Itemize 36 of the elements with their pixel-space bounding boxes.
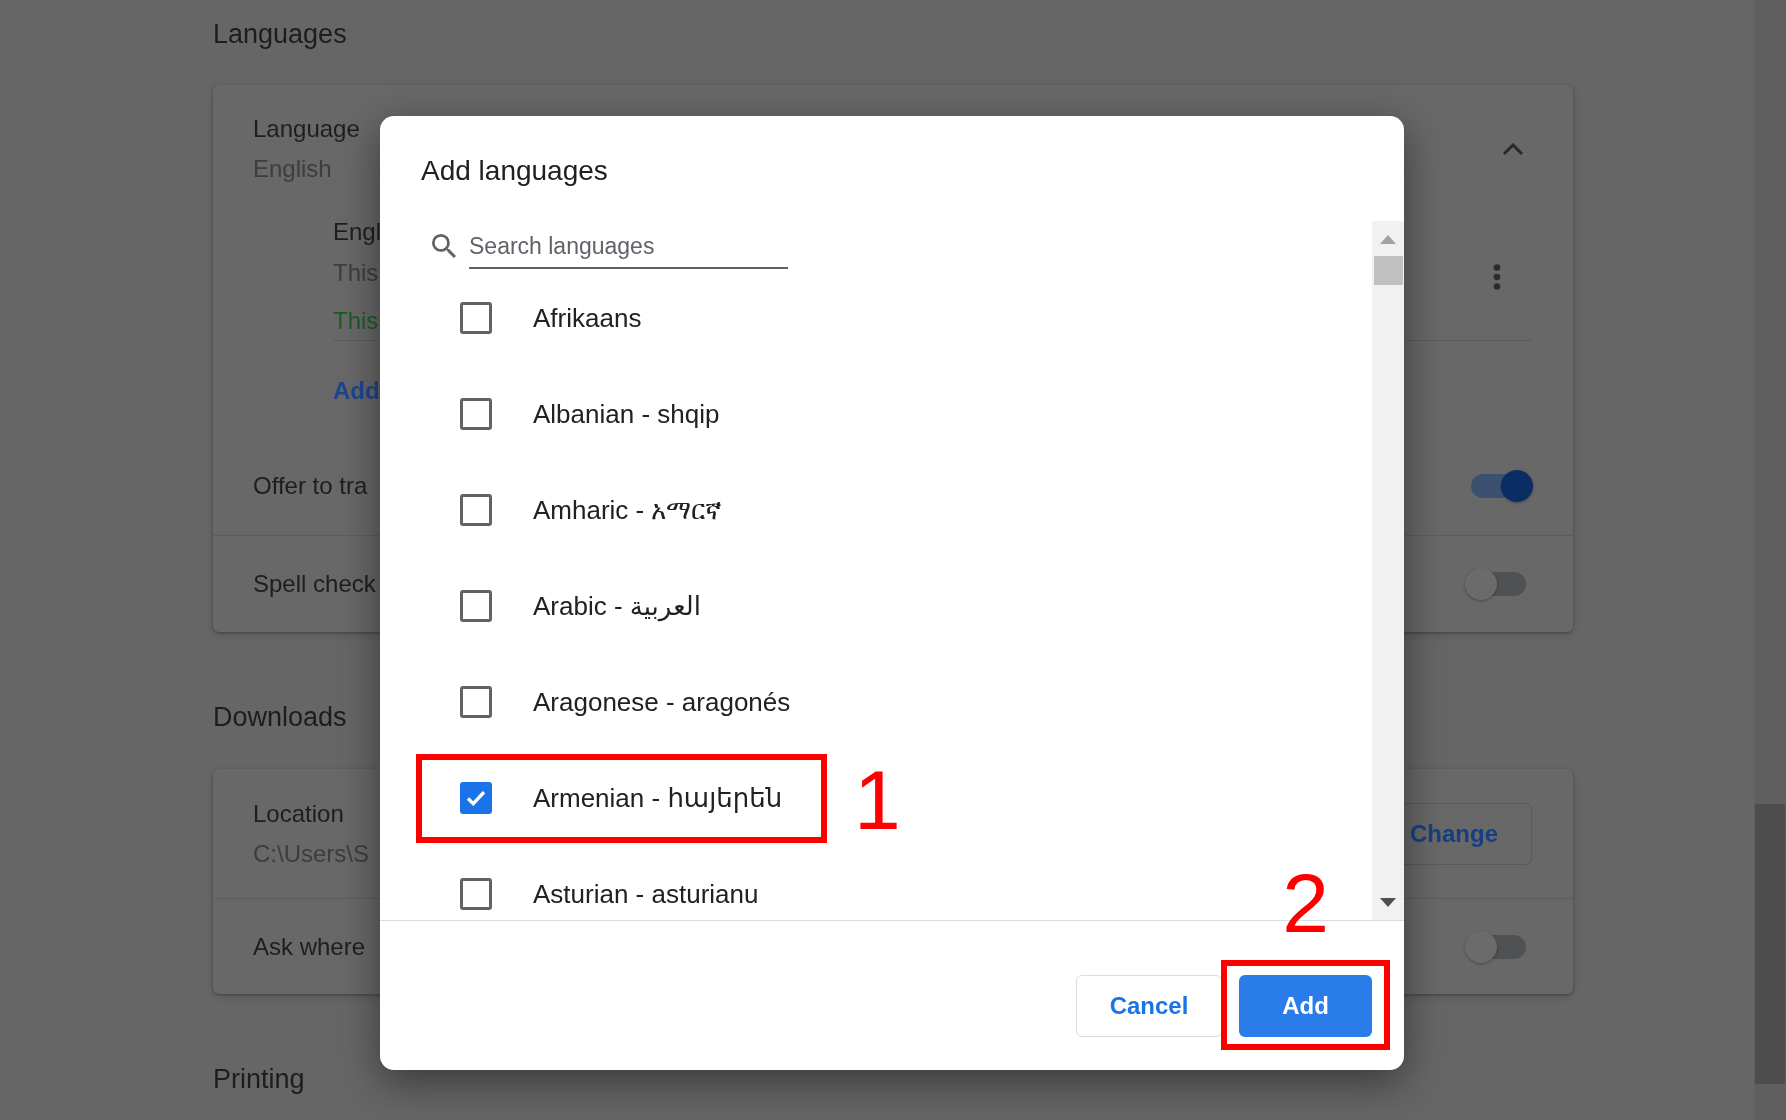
setting-label: Spell check	[253, 568, 376, 599]
scrollbar-thumb[interactable]	[1755, 804, 1785, 1084]
checkbox[interactable]	[460, 494, 492, 526]
language-name: Engl	[333, 217, 382, 247]
checkbox[interactable]	[460, 398, 492, 430]
checkbox[interactable]	[460, 878, 492, 910]
setting-label: Location	[253, 798, 345, 829]
setting-label: Ask where	[253, 931, 366, 962]
checkmark-icon	[466, 790, 486, 806]
checkbox[interactable]	[460, 590, 492, 622]
chevron-up-icon[interactable]	[1502, 142, 1524, 156]
language-label[interactable]: Aragonese - aragonés	[533, 684, 791, 720]
checkbox[interactable]	[460, 302, 492, 334]
confirm-button[interactable]: Add	[1239, 975, 1372, 1037]
checkbox[interactable]	[460, 686, 492, 718]
annotation-number: 2	[1282, 872, 1329, 934]
language-label[interactable]: Asturian - asturianu	[533, 876, 759, 912]
vertical-dots-icon[interactable]	[1493, 263, 1501, 290]
language-label[interactable]: Armenian - հայերեն	[533, 780, 783, 816]
section-heading: Languages	[213, 18, 347, 51]
search-field[interactable]: Search languages	[469, 225, 788, 269]
dialog-title: Add languages	[421, 154, 608, 188]
section-heading: Downloads	[213, 701, 347, 734]
language-label[interactable]: Afrikaans	[533, 300, 642, 336]
setting-label: Offer to tra	[253, 471, 368, 501]
language-status: This	[333, 306, 380, 336]
annotation-number: 1	[854, 769, 901, 831]
checkbox[interactable]	[460, 782, 492, 814]
cancel-button[interactable]: Cancel	[1076, 975, 1222, 1037]
language-label[interactable]: Albanian - shqip	[533, 396, 720, 432]
language-label[interactable]: Amharic - አማርኛ	[533, 492, 723, 528]
search-icon	[432, 234, 456, 258]
section-heading: Printing	[213, 1063, 305, 1096]
language-label[interactable]: Arabic - العربية	[533, 588, 701, 624]
setting-label: Language	[253, 114, 360, 144]
scrollbar-thumb[interactable]	[1373, 256, 1403, 285]
